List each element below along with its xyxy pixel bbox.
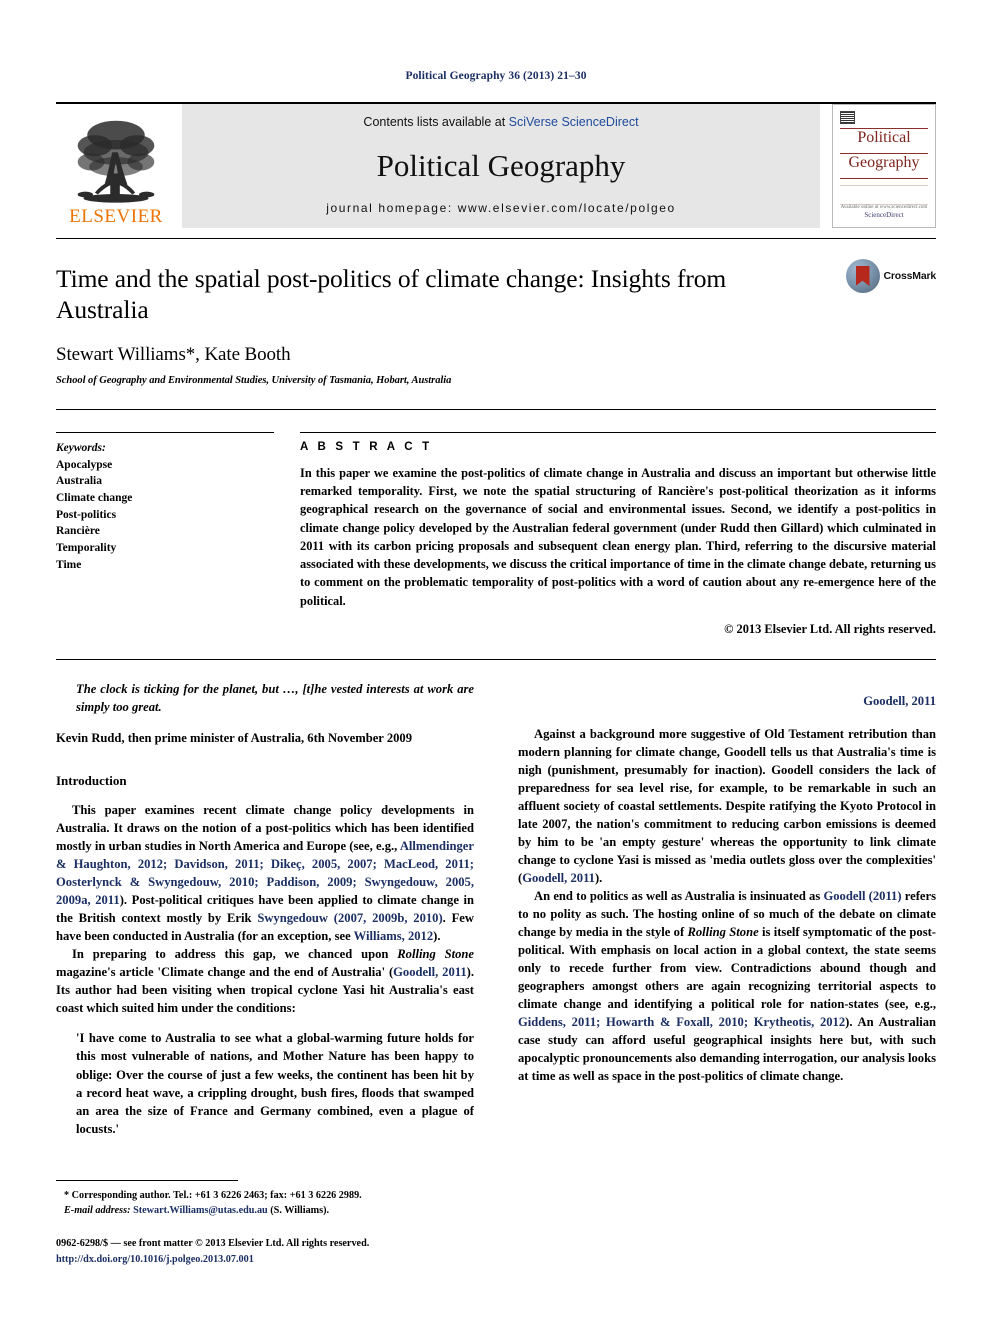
abstract-heading: A B S T R A C T (300, 441, 433, 453)
section-heading-introduction: Introduction (56, 773, 127, 788)
elsevier-tree-icon (77, 120, 155, 203)
paragraph-4-text-a: An end to politics as well as Australia … (534, 888, 824, 903)
keyword-item: Apocalypse (56, 458, 113, 471)
keywords-heading: Keywords: (56, 442, 106, 454)
paragraph-1-text-d: ). (433, 929, 441, 943)
epigraph-quote: The clock is ticking for the planet, but… (76, 681, 474, 715)
emphasis-rolling-stone-2: Rolling Stone (687, 924, 759, 939)
citation-group-2[interactable]: Giddens, 2011; Howarth & Foxall, 2010; K… (518, 1015, 845, 1029)
keyword-item: Post-politics (56, 508, 117, 521)
block-quote-goodell: 'I have come to Australia to see what a … (76, 1031, 474, 1137)
crossmark-icon (845, 259, 880, 293)
doi-link[interactable]: http://dx.doi.org/10.1016/j.polgeo.2013.… (56, 1252, 452, 1267)
contents-line: Contents lists available at SciVerse Sci… (363, 115, 638, 129)
paragraph-2-text-a: In preparing to address this gap, we cha… (72, 947, 398, 961)
sciencedirect-link[interactable]: SciVerse ScienceDirect (509, 115, 639, 129)
page-title: Time and the spatial post-politics of cl… (56, 264, 727, 325)
cover-title-line-1: Political (857, 129, 911, 146)
abstract-copyright: © 2013 Elsevier Ltd. All rights reserved… (724, 621, 936, 636)
crossmark-badge-group[interactable]: CrossMark (845, 259, 937, 293)
crossmark-book-icon (855, 266, 870, 286)
elsevier-logo: ELSEVIER (56, 104, 176, 228)
paragraph-3: Against a background more suggestive of … (518, 725, 936, 887)
email-suffix: (S. Williams). (267, 1205, 330, 1217)
citation-goodell-3[interactable]: Goodell (2011) (823, 889, 901, 903)
body-columns: The clock is ticking for the planet, but… (56, 660, 936, 1139)
paragraph-3-end: ). (594, 870, 603, 885)
cover-blank-area-2 (840, 186, 928, 200)
paragraph-2-text-b: magazine's article 'Climate change and t… (56, 965, 394, 979)
running-head: Political Geography 36 (2013) 21–30 (405, 70, 587, 82)
journal-masthead: ELSEVIER Contents lists available at Sci… (56, 102, 936, 228)
footnote-rule (56, 1179, 238, 1181)
keywords-rule (56, 432, 274, 433)
journal-title: Political Geography (376, 147, 626, 183)
article-page: Political Geography 36 (2013) 21–30 ELSE… (0, 0, 992, 1323)
author-list: Stewart Williams*, Kate Booth (56, 344, 291, 366)
email-label: E-mail address: (64, 1205, 131, 1217)
contents-prefix: Contents lists available at (363, 115, 509, 129)
abstract-section: Keywords: Apocalypse Australia Climate c… (56, 410, 936, 637)
abstract-block: A B S T R A C T In this paper we examine… (300, 428, 936, 637)
email-note: E-mail address: Stewart.Williams@utas.ed… (56, 1203, 452, 1218)
email-link[interactable]: Stewart.Williams@utas.edu.au (133, 1205, 268, 1216)
paragraph-1: This paper examines recent climate chang… (56, 801, 474, 945)
front-matter-line: 0962-6298/$ — see front matter © 2013 El… (56, 1238, 370, 1250)
keywords-block: Keywords: Apocalypse Australia Climate c… (56, 428, 274, 637)
keyword-item: Time (56, 558, 82, 571)
citation-goodell[interactable]: Goodell, 2011 (393, 965, 467, 979)
body-column-right: Goodell, 2011 Against a background more … (518, 680, 936, 1139)
keyword-item: Australia (56, 475, 102, 488)
paragraph-4: An end to politics as well as Australia … (518, 887, 936, 1085)
imprint-block: 0962-6298/$ — see front matter © 2013 El… (56, 1236, 452, 1267)
keyword-item: Climate change (56, 492, 133, 505)
epigraph-attribution: Kevin Rudd, then prime minister of Austr… (56, 731, 413, 746)
paragraph-3-text: Against a background more suggestive of … (518, 726, 936, 885)
block-quote-citation[interactable]: Goodell, 2011 (518, 694, 936, 709)
cover-title-line-2: Geography (848, 153, 920, 171)
title-block: Time and the spatial post-politics of cl… (56, 239, 936, 391)
keyword-item: Rancière (56, 525, 100, 538)
citation-swyngedouw[interactable]: Swyngedouw (2007, 2009b, 2010) (257, 911, 442, 925)
journal-homepage: journal homepage: www.elsevier.com/locat… (326, 201, 676, 215)
paragraph-2: In preparing to address this gap, we cha… (56, 945, 474, 1017)
cover-blank-area (840, 179, 928, 182)
abstract-rule (300, 432, 936, 433)
citation-williams[interactable]: Williams, 2012 (354, 929, 434, 943)
citation-goodell-2[interactable]: Goodell, 2011 (522, 871, 595, 885)
crossmark-label: CrossMark (883, 270, 937, 282)
corresponding-author-note: * Corresponding author. Tel.: +61 3 6226… (64, 1189, 362, 1201)
footnote-area: * Corresponding author. Tel.: +61 3 6226… (56, 1164, 452, 1267)
journal-banner: Contents lists available at SciVerse Sci… (182, 104, 820, 228)
cover-footer-brand: ScienceDirect (864, 210, 904, 219)
journal-cover-thumbnail[interactable]: Political Geography Available online at … (832, 104, 936, 228)
elsevier-wordmark: ELSEVIER (69, 206, 163, 227)
emphasis-rolling-stone: Rolling Stone (397, 947, 474, 961)
keyword-item: Temporality (56, 542, 117, 555)
abstract-text: In this paper we examine the post-politi… (300, 466, 936, 608)
cover-footer: Available online at www.sciencedirect.co… (840, 205, 928, 221)
affiliation: School of Geography and Environmental St… (56, 375, 452, 387)
body-column-left: The clock is ticking for the planet, but… (56, 680, 474, 1139)
cover-publisher-icon (840, 111, 855, 124)
